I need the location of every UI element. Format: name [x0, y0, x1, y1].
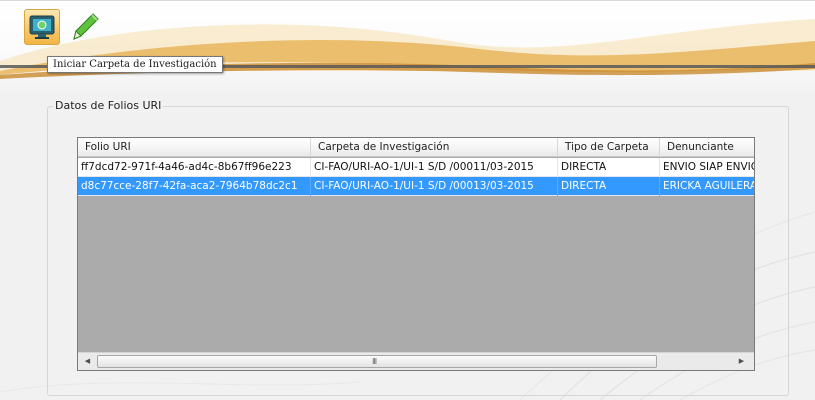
column-header-denunciante[interactable]: Denunciante — [660, 138, 754, 157]
cell-carpeta: CI-FAO/URI-AO-1/UI-1 S/D /00013/03-2015 — [311, 177, 558, 196]
tooltip: Iniciar Carpeta de Investigación — [47, 56, 223, 73]
table-row[interactable]: ff7dcd72-971f-4a46-ad4c-8b67ff96e223 CI-… — [78, 158, 754, 177]
scroll-right-icon[interactable]: ▶ — [733, 353, 750, 370]
column-header-tipo[interactable]: Tipo de Carpeta — [558, 138, 660, 157]
cell-tipo: DIRECTA — [558, 177, 660, 196]
cell-denunciante: ERICKA AGUILERA — [663, 180, 754, 192]
cell-tipo: DIRECTA — [558, 158, 660, 177]
column-header-folio[interactable]: Folio URI — [78, 138, 311, 157]
ribbon-toolbar: Iniciar Carpeta de Investigación — [0, 0, 815, 92]
grip-icon: III — [372, 357, 377, 366]
monitor-icon — [29, 15, 55, 39]
folios-grid[interactable]: Folio URI Carpeta de Investigación Tipo … — [77, 137, 755, 371]
cell-folio: ff7dcd72-971f-4a46-ad4c-8b67ff96e223 — [78, 158, 311, 177]
iniciar-carpeta-button[interactable] — [24, 9, 60, 45]
column-header-carpeta[interactable]: Carpeta de Investigación — [311, 138, 558, 157]
table-row-selected[interactable]: d8c77cce-28f7-42fa-aca2-7964b78dc2c1 CI-… — [78, 177, 754, 196]
grid-header: Folio URI Carpeta de Investigación Tipo … — [78, 138, 754, 157]
ribbon-decoration — [0, 19, 815, 79]
cell-denunciante: ENVIO SIAP ENVIO — [663, 161, 754, 173]
pencil-icon — [73, 13, 99, 40]
panel-title: Datos de Folios URI — [53, 99, 164, 112]
scroll-left-icon[interactable]: ◀ — [79, 353, 96, 370]
horizontal-scrollbar[interactable]: ◀ III ▶ — [78, 352, 754, 370]
scrollbar-thumb[interactable]: III — [97, 355, 657, 368]
cell-carpeta: CI-FAO/URI-AO-1/UI-1 S/D /00011/03-2015 — [311, 158, 558, 177]
cell-folio: d8c77cce-28f7-42fa-aca2-7964b78dc2c1 — [78, 177, 311, 196]
editar-button[interactable] — [66, 9, 102, 45]
